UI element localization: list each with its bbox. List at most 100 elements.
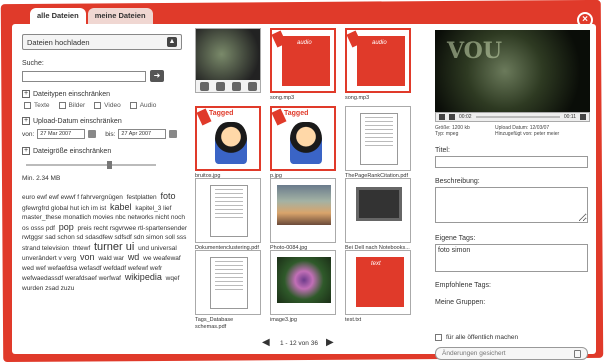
delete-icon[interactable] [231,81,241,91]
tab-my-files[interactable]: meine Dateien [87,8,153,24]
file-thumbnail[interactable] [270,178,336,243]
check-audio[interactable]: Audio [129,102,157,109]
checkbox[interactable] [58,102,66,109]
file-thumbnail[interactable] [270,250,336,315]
file-thumbnail[interactable]: Tagged [270,106,336,171]
download-icon[interactable] [215,81,225,91]
file-thumbnail[interactable] [195,250,261,315]
filetype-label: Dateitypen einschränken [33,90,111,98]
file-tile[interactable]: Tags_Database schemas.pdf [195,250,261,331]
file-thumbnail[interactable]: text [345,250,411,315]
file-tile[interactable]: audio song.mp3 [345,28,411,102]
check-label: Bilder [68,102,86,109]
size-section: + Dateigröße einschränken [22,147,187,155]
title-label: Titel: [435,147,450,154]
check-label: Texte [34,102,50,109]
upload-button[interactable]: Dateien hochladen ▲ [22,34,182,50]
min-size-label: Min. 2.34 MB [22,175,61,182]
public-checkbox[interactable] [435,334,442,341]
size-slider[interactable] [26,161,156,169]
file-tile[interactable]: Tagged bruitos.jpg [195,106,261,180]
file-tile[interactable]: Bei Dell nach Notebooks... [345,178,411,252]
expand-plus-icon[interactable]: + [22,147,30,155]
next-page-icon[interactable]: ▶ [326,338,336,348]
text-label: text [371,261,381,267]
video-preview[interactable]: VOU [435,30,590,112]
file-tile[interactable]: ThePageRankCitation.pdf [345,106,411,180]
tag-cloud-item[interactable]: thtewf [73,245,90,252]
document-icon [210,257,248,309]
monitor-image [356,187,402,221]
from-date-field[interactable]: 27 Mar 2007 [37,129,86,139]
title-input[interactable] [435,156,588,168]
file-caption: image3.jpg [270,317,297,323]
tab-all-files[interactable]: alle Dateien [30,8,86,24]
expand-plus-icon[interactable]: + [22,90,30,98]
time-current: 00:02 [459,114,472,120]
file-tile[interactable]: Tagged p.jpg [270,106,336,180]
check-texts[interactable]: Texte [24,102,50,109]
tile-toolbar [196,80,260,92]
checkbox[interactable] [94,102,102,109]
save-status-button[interactable]: Änderungen gesichert [435,347,588,360]
search-go-icon[interactable]: ➜ [150,70,164,82]
tag-cloud-item[interactable]: von [80,252,95,262]
tag-cloud-item[interactable]: wd [128,252,140,262]
tag-cloud-item[interactable]: turner ui [94,241,134,253]
tag-cloud-item[interactable]: festplatten [127,194,157,201]
own-tags-field[interactable]: foto simon [435,244,588,272]
edit-icon[interactable] [247,81,257,91]
tag-cloud-item[interactable]: wikipedia [125,272,162,282]
file-tile[interactable]: Photo-0084.jpg [270,178,336,252]
prev-page-icon[interactable]: ◀ [262,338,272,348]
progress-bar[interactable] [475,116,560,118]
expand-plus-icon[interactable]: + [22,117,30,125]
file-caption: song.mp3 [345,95,370,101]
pause-icon[interactable] [439,114,445,120]
file-thumbnail[interactable] [345,178,411,243]
date-label: Upload-Datum einschränken [33,117,122,125]
public-row: für alle öffentlich machen [435,334,591,341]
file-tile[interactable]: audio song.mp3 [270,28,336,102]
search-input[interactable] [22,70,146,82]
tag-cloud-item[interactable]: pop [59,222,74,232]
file-thumbnail[interactable] [195,28,261,93]
file-tile[interactable]: Dokumentenclustering.pdf [195,178,261,252]
meta-type: Typ: mpeg [435,131,459,137]
share-icon[interactable] [199,81,209,91]
description-textarea[interactable] [435,187,588,223]
detail-panel: VOU 00:02 00:11 Größe: 1200 kb Upload Da… [435,30,591,360]
file-meta: Größe: 1200 kb Upload Datum: 12/03/07 Ty… [435,125,591,137]
checkbox[interactable] [129,102,137,109]
volume-icon[interactable] [580,114,586,120]
file-thumbnail[interactable] [195,178,261,243]
slider-track [26,164,156,166]
search-row: ➜ [22,70,187,82]
file-thumbnail[interactable]: Tagged [195,106,261,171]
file-tile[interactable]: text test.txt [345,250,411,324]
tag-cloud-item[interactable]: wald war [98,255,124,262]
tagged-label: Tagged [209,110,234,117]
file-thumbnail[interactable]: audio [270,28,336,93]
slider-handle[interactable] [107,161,112,169]
checkbox[interactable] [24,102,31,109]
suggested-tags-label: Empfohlene Tags: [435,282,491,289]
check-label: Audio [139,102,157,109]
check-video[interactable]: Video [94,102,121,109]
groups-label: Meine Gruppen: [435,299,486,306]
calendar-icon[interactable] [88,130,97,138]
file-thumbnail[interactable] [345,106,411,171]
file-tile[interactable] [195,28,261,95]
tag-cloud-item[interactable]: foto [160,191,175,201]
tag-cloud-item[interactable]: gfewrgfrd global hut ich im ist [22,205,106,212]
check-images[interactable]: Bilder [58,102,86,109]
file-thumbnail[interactable]: audio [345,28,411,93]
file-tile[interactable]: image3.jpg [270,250,336,324]
tag-cloud-item[interactable]: euro ewf ewf ewwf f fahrvergnügen [22,194,123,201]
stop-icon[interactable] [449,114,455,120]
calendar-icon[interactable] [169,130,178,138]
tag-cloud-item[interactable]: kabel [110,202,132,212]
filetype-checks: Texte Bilder Video Audio [24,102,187,109]
to-date-field[interactable]: 27 Apr 2007 [118,129,167,139]
filter-sidebar: Dateien hochladen ▲ Suche: ➜ + Dateitype… [22,34,187,293]
